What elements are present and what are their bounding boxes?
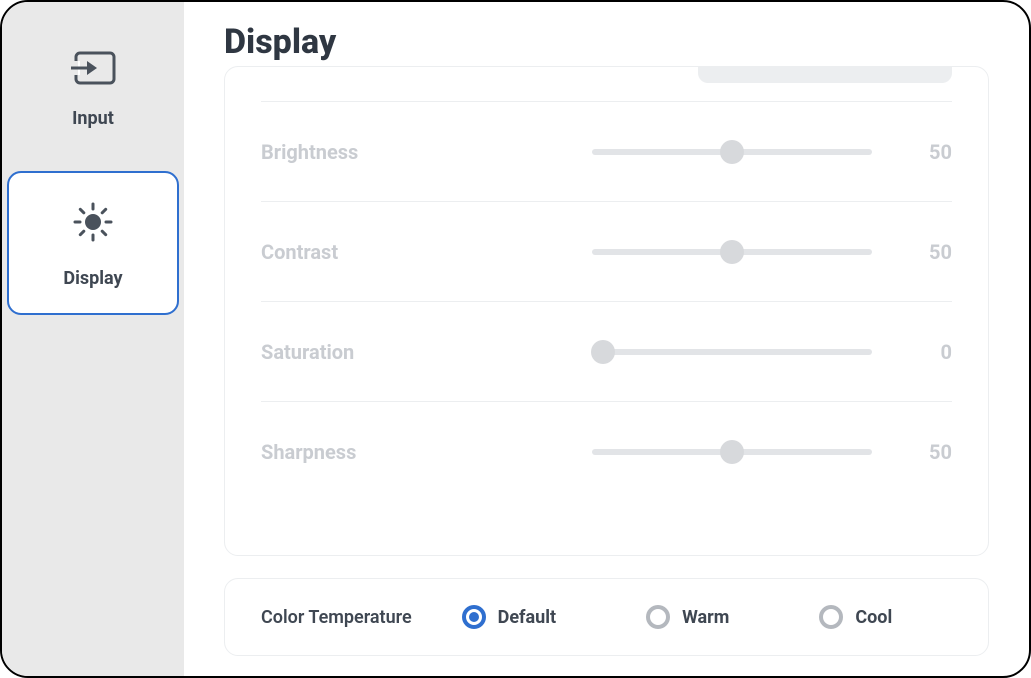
slider-thumb[interactable] bbox=[720, 140, 744, 164]
setting-label: Contrast bbox=[261, 240, 481, 264]
setting-row-brightness: Brightness 50 bbox=[261, 101, 952, 201]
radio-option-cool[interactable]: Cool bbox=[819, 605, 892, 629]
sidebar-item-label: Display bbox=[63, 268, 122, 289]
slider-thumb[interactable] bbox=[591, 340, 615, 364]
brightness-slider[interactable] bbox=[592, 149, 872, 155]
brightness-icon bbox=[69, 198, 117, 246]
radio-option-warm[interactable]: Warm bbox=[646, 605, 729, 629]
slider-thumb[interactable] bbox=[720, 440, 744, 464]
sidebar-item-display[interactable]: Display bbox=[7, 171, 179, 315]
sidebar: Input Display bbox=[2, 2, 184, 676]
saturation-slider[interactable] bbox=[592, 349, 872, 355]
setting-row-saturation: Saturation 0 bbox=[261, 301, 952, 401]
input-icon bbox=[69, 50, 117, 86]
radio-icon bbox=[819, 605, 843, 629]
setting-row-sharpness: Sharpness 50 bbox=[261, 401, 952, 501]
setting-row-contrast: Contrast 50 bbox=[261, 201, 952, 301]
radio-label: Cool bbox=[855, 607, 892, 628]
radio-label: Default bbox=[498, 607, 556, 628]
radio-option-default[interactable]: Default bbox=[462, 605, 556, 629]
sharpness-value: 50 bbox=[912, 440, 952, 464]
settings-window: Input Display bbox=[0, 0, 1031, 678]
main-content: Display Brightness 50 Contrast bbox=[184, 2, 1029, 676]
sharpness-slider[interactable] bbox=[592, 449, 872, 455]
page-title: Display bbox=[224, 22, 989, 62]
partial-control-above bbox=[698, 67, 952, 83]
color-temperature-label: Color Temperature bbox=[261, 607, 412, 628]
saturation-value: 0 bbox=[912, 340, 952, 364]
slider-thumb[interactable] bbox=[720, 240, 744, 264]
color-temperature-panel: Color Temperature Default Warm Cool bbox=[224, 578, 989, 656]
sliders-panel: Brightness 50 Contrast 50 Sa bbox=[224, 66, 989, 556]
radio-label: Warm bbox=[682, 607, 729, 628]
radio-icon bbox=[646, 605, 670, 629]
setting-label: Sharpness bbox=[261, 440, 481, 464]
setting-label: Saturation bbox=[261, 340, 481, 364]
setting-label: Brightness bbox=[261, 140, 481, 164]
contrast-value: 50 bbox=[912, 240, 952, 264]
sidebar-item-label: Input bbox=[72, 108, 114, 129]
contrast-slider[interactable] bbox=[592, 249, 872, 255]
radio-icon bbox=[462, 605, 486, 629]
brightness-value: 50 bbox=[912, 140, 952, 164]
sidebar-item-input[interactable]: Input bbox=[7, 17, 179, 161]
